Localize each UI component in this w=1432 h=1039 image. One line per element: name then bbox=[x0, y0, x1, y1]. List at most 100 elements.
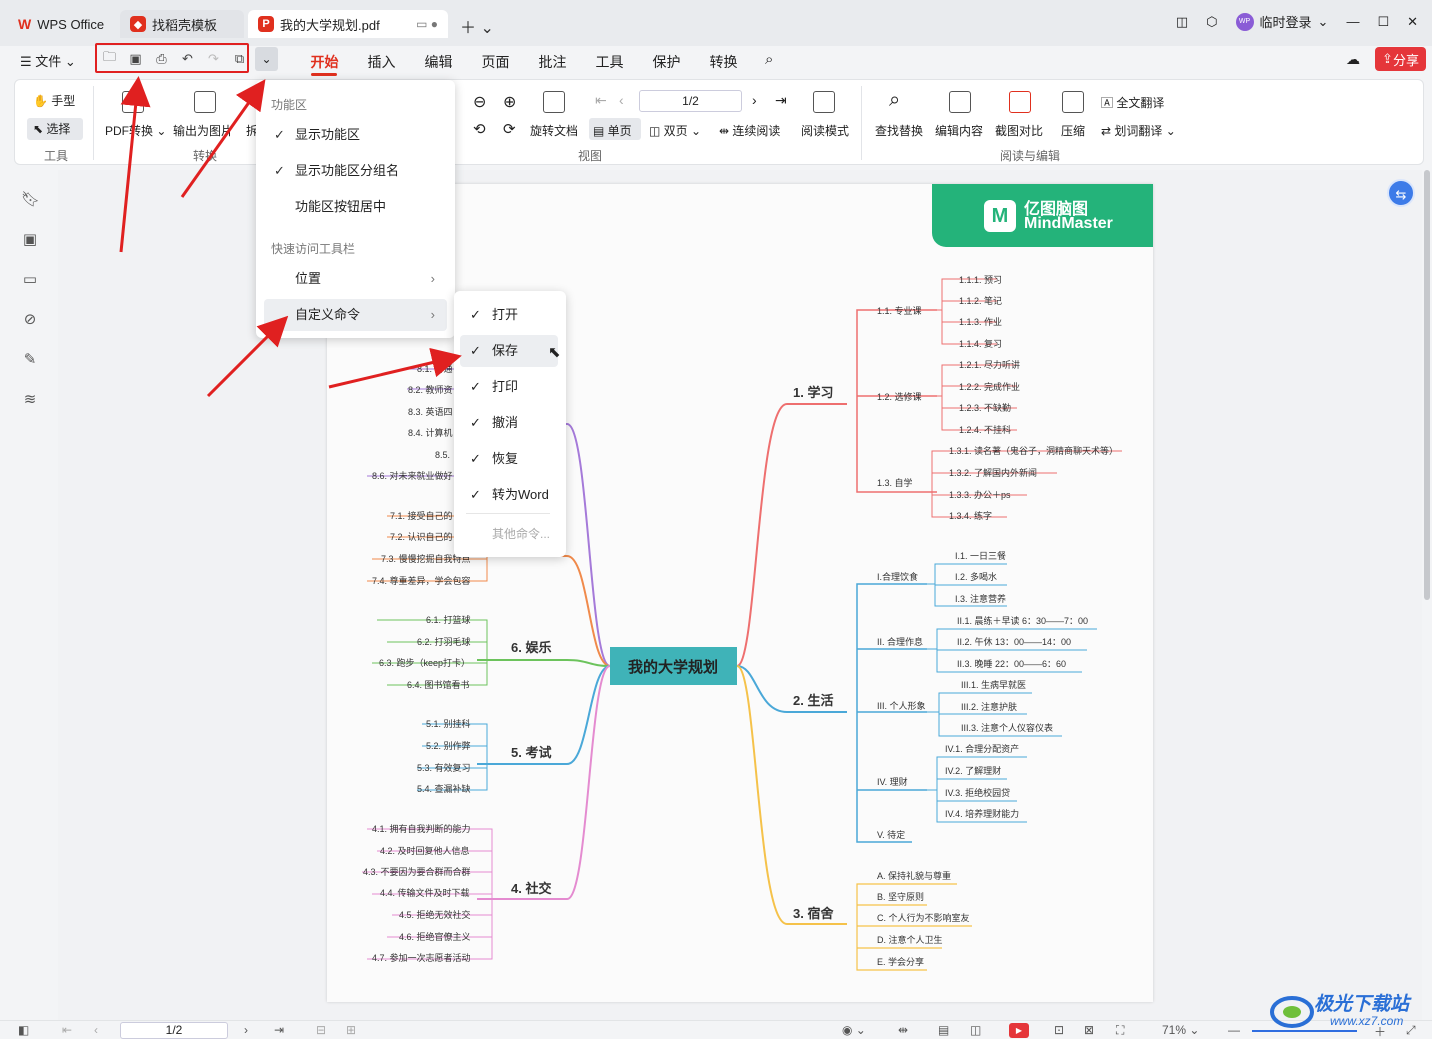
layers-icon[interactable]: ≋ bbox=[21, 390, 39, 408]
tab-edit[interactable]: 编辑 bbox=[410, 52, 467, 72]
pdf-convert-button[interactable]: PDF转换 ⌄ bbox=[105, 122, 166, 139]
fullscreen-icon[interactable]: ⛶ bbox=[1116, 1023, 1124, 1038]
actual-size-icon[interactable]: ⊠ bbox=[1084, 1023, 1094, 1037]
edit-content-button[interactable]: 编辑内容 bbox=[935, 122, 983, 139]
maximize-icon[interactable]: ☐ bbox=[1377, 14, 1389, 30]
full-translate-label: 全文翻译 bbox=[1116, 96, 1165, 110]
share-button[interactable]: ⇪ 分享 bbox=[1375, 47, 1426, 71]
tab-wps-office[interactable]: W WPS Office bbox=[8, 10, 116, 38]
status-page-input[interactable]: 1/2 bbox=[120, 1022, 228, 1039]
cmd-to-word[interactable]: ✓ 转为Word bbox=[460, 479, 558, 511]
comment-icon[interactable]: ▭ bbox=[21, 270, 39, 288]
forward-icon[interactable]: ⊞ bbox=[346, 1023, 356, 1037]
last-page-icon[interactable]: ⇥ bbox=[274, 1023, 284, 1037]
play-icon[interactable]: ▶ bbox=[1009, 1023, 1029, 1038]
page-number-input[interactable]: 1/2 bbox=[639, 90, 742, 112]
prev-page-icon[interactable]: ‹ bbox=[619, 92, 624, 108]
fit-width-icon[interactable]: ⇹ bbox=[898, 1023, 908, 1037]
compress-button[interactable]: 压缩 bbox=[1061, 122, 1085, 139]
next-page-icon[interactable]: › bbox=[752, 92, 757, 108]
customize-toolbar-dropdown[interactable]: ⌄ bbox=[255, 47, 278, 71]
menu-center-buttons[interactable]: 功能区按钮居中 bbox=[264, 191, 447, 223]
menu-show-ribbon[interactable]: ✓ 显示功能区 bbox=[264, 119, 447, 151]
save-icon[interactable]: ▣ bbox=[127, 50, 144, 67]
continuous-read-button[interactable]: ⇹ 连续阅读 bbox=[719, 122, 780, 139]
cmd-print[interactable]: ✓ 打印 bbox=[460, 371, 558, 403]
menu-custom-commands[interactable]: 自定义命令 › bbox=[264, 299, 447, 331]
single-page-button[interactable]: ▤ 单页 bbox=[593, 122, 632, 139]
tab-start[interactable]: 开始 bbox=[296, 52, 353, 72]
cloud-icon[interactable]: ☁ bbox=[1346, 51, 1360, 68]
rotate-right-icon[interactable]: ⟳ bbox=[503, 120, 516, 138]
tab-document[interactable]: P 我的大学规划.pdf ▭ ● bbox=[248, 10, 448, 38]
tab-protect[interactable]: 保护 bbox=[638, 52, 695, 72]
word-translate-button[interactable]: ⇄ 划词翻译 ⌄ bbox=[1101, 122, 1176, 139]
thumbnail-icon[interactable]: ▣ bbox=[21, 230, 39, 248]
file-menu[interactable]: ☰ 文件 ⌄ bbox=[20, 51, 76, 70]
avatar: WP bbox=[1235, 12, 1254, 31]
find-replace-button[interactable]: 查找替换 bbox=[875, 122, 923, 139]
tab-insert[interactable]: 插入 bbox=[353, 52, 410, 72]
cmd-redo[interactable]: ✓ 恢复 bbox=[460, 443, 558, 475]
rotate-doc-button[interactable]: 旋转文档 bbox=[530, 122, 578, 139]
minimize-icon[interactable]: — bbox=[1346, 14, 1359, 29]
cmd-open[interactable]: ✓ 打开 bbox=[460, 299, 558, 331]
menu-position[interactable]: 位置 › bbox=[264, 263, 447, 295]
rotate-left-icon[interactable]: ⟲ bbox=[473, 120, 486, 138]
last-page-icon[interactable]: ⇥ bbox=[775, 92, 787, 109]
double-page-icon[interactable]: ◫ bbox=[970, 1023, 981, 1037]
sidebar-panel-icon[interactable]: ◧ bbox=[18, 1023, 29, 1037]
menu-show-group-names[interactable]: ✓ 显示功能区分组名 bbox=[264, 155, 447, 187]
bookmark-icon[interactable]: 🔖︎ bbox=[21, 190, 40, 208]
zoom-in-icon[interactable]: ⊕ bbox=[503, 92, 516, 112]
new-tab-icon[interactable]: ＋ ⌄ bbox=[460, 14, 494, 38]
screenshot-compare-button[interactable]: 截图对比 bbox=[995, 122, 1043, 139]
tab-page[interactable]: 页面 bbox=[467, 52, 524, 72]
zoom-out-icon[interactable]: ⊖ bbox=[473, 92, 486, 112]
hand-tool[interactable]: ✋ 手型 bbox=[33, 92, 75, 109]
prev-page-icon[interactable]: ‹ bbox=[94, 1023, 98, 1037]
user-login[interactable]: WP 临时登录 ⌄ bbox=[1235, 12, 1328, 31]
print-icon[interactable]: ⎙ bbox=[153, 50, 170, 67]
select-tool[interactable]: ⬉ 选择 bbox=[33, 120, 70, 137]
sidebar-toggle-icon[interactable]: ◫ bbox=[1176, 14, 1188, 30]
cmd-undo[interactable]: ✓ 撤消 bbox=[460, 407, 558, 439]
search-icon[interactable]: ⌕ bbox=[765, 51, 773, 68]
share-label: 分享 bbox=[1392, 52, 1419, 68]
floating-convert-icon[interactable]: ⇆ bbox=[1387, 179, 1415, 207]
read-mode-button[interactable]: 阅读模式 bbox=[801, 122, 849, 139]
tab-convert[interactable]: 转换 bbox=[695, 52, 752, 72]
zoom-out-icon[interactable]: — bbox=[1228, 1023, 1240, 1037]
redo-icon[interactable]: ↷ bbox=[205, 50, 222, 67]
node: 1.3.4. 练字 bbox=[949, 510, 992, 521]
undo-icon[interactable]: ↶ bbox=[179, 50, 196, 67]
node: 1.2.2. 完成作业 bbox=[959, 381, 1020, 392]
attachment-icon[interactable]: ⊘ bbox=[21, 310, 39, 328]
full-translate-button[interactable]: 🄰 全文翻译 bbox=[1101, 94, 1164, 111]
cmd-save[interactable]: ✓ 保存 ⬉ bbox=[460, 335, 561, 367]
first-page-icon[interactable]: ⇤ bbox=[62, 1023, 72, 1037]
back-icon[interactable]: ⊟ bbox=[316, 1023, 326, 1037]
tab-close-icon[interactable]: ▭ ● bbox=[416, 17, 438, 31]
signature-icon[interactable]: ✎ bbox=[21, 350, 39, 368]
node: 1.2. 选修课 bbox=[877, 391, 922, 402]
cube-icon[interactable]: ⬡ bbox=[1206, 14, 1217, 30]
zoom-level[interactable]: 71% ⌄ bbox=[1162, 1023, 1199, 1037]
double-page-button[interactable]: ◫ 双页 ⌄ bbox=[649, 122, 701, 139]
close-icon[interactable]: ✕ bbox=[1407, 14, 1418, 30]
check-icon: ✓ bbox=[470, 343, 481, 358]
node: 4.2. 及时回复他人信息 bbox=[380, 845, 470, 856]
export-image-button[interactable]: 输出为图片 bbox=[173, 122, 233, 139]
to-word-icon[interactable]: ⧉ bbox=[231, 50, 248, 67]
cmd-more[interactable]: 其他命令... bbox=[492, 525, 550, 542]
fit-page-icon[interactable]: ⊡ bbox=[1054, 1023, 1064, 1037]
open-icon[interactable]: 🗀 bbox=[101, 49, 118, 67]
first-page-icon[interactable]: ⇤ bbox=[595, 92, 607, 109]
tab-annotate[interactable]: 批注 bbox=[524, 52, 581, 72]
eye-icon[interactable]: ◉ ⌄ bbox=[842, 1023, 866, 1037]
tab-tools[interactable]: 工具 bbox=[581, 52, 638, 72]
single-page-icon[interactable]: ▤ bbox=[938, 1023, 949, 1037]
tab-templates[interactable]: ◆ 找稻壳模板 bbox=[120, 10, 244, 38]
next-page-icon[interactable]: › bbox=[244, 1023, 248, 1037]
vertical-scrollbar[interactable] bbox=[1424, 170, 1430, 600]
